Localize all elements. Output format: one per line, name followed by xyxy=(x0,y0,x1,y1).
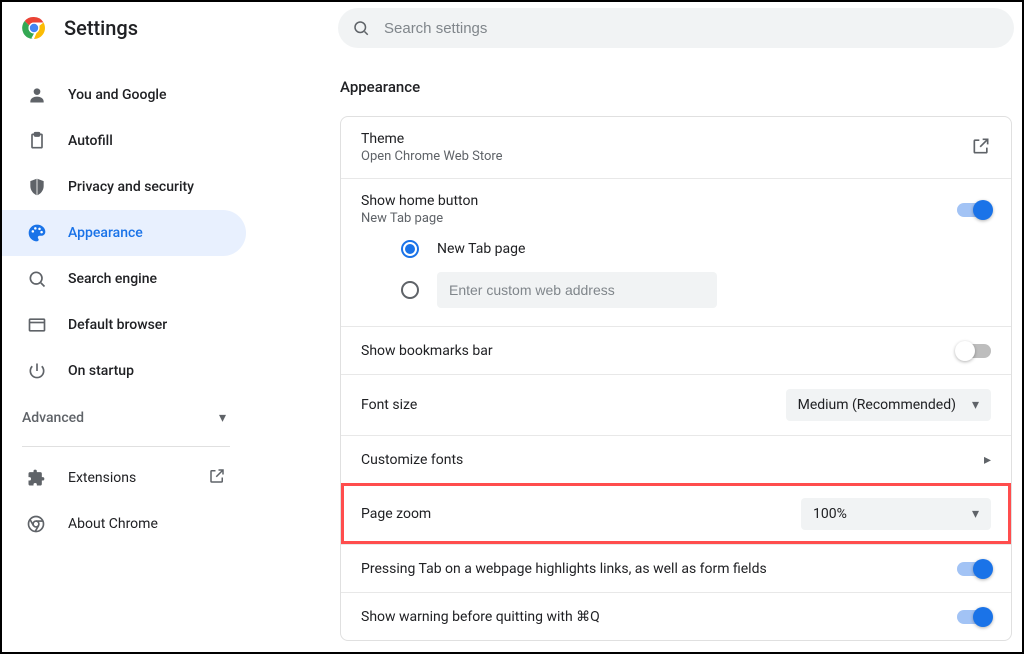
page-zoom-label: Page zoom xyxy=(361,506,431,522)
home-button-toggle[interactable] xyxy=(957,203,991,217)
sidebar: You and Google Autofill Privacy and secu… xyxy=(2,2,250,652)
main-content: Appearance Theme Open Chrome Web Store S… xyxy=(250,2,1022,652)
font-size-value: Medium (Recommended) xyxy=(798,397,956,413)
sidebar-item-label: Search engine xyxy=(68,271,157,287)
sidebar-item-autofill[interactable]: Autofill xyxy=(2,118,246,164)
sidebar-item-label: Autofill xyxy=(68,133,113,149)
person-icon xyxy=(26,84,48,106)
sidebar-item-on-startup[interactable]: On startup xyxy=(2,348,246,394)
home-button-sub: New Tab page xyxy=(361,211,478,226)
radio-custom-url[interactable] xyxy=(401,281,419,299)
page-zoom-select[interactable]: 100% ▾ xyxy=(801,498,991,530)
search-icon xyxy=(352,19,370,37)
row-page-zoom: Page zoom 100% ▾ xyxy=(341,483,1011,544)
sidebar-item-you-and-google[interactable]: You and Google xyxy=(2,72,246,118)
theme-title: Theme xyxy=(361,131,503,147)
extensions-label: Extensions xyxy=(68,470,136,486)
section-title: Appearance xyxy=(340,78,1012,96)
sidebar-item-privacy[interactable]: Privacy and security xyxy=(2,164,246,210)
sidebar-item-label: On startup xyxy=(68,363,134,379)
sidebar-item-label: Privacy and security xyxy=(68,179,194,195)
browser-icon xyxy=(26,314,48,336)
chevron-down-icon: ▾ xyxy=(972,397,979,413)
home-button-title: Show home button xyxy=(361,193,478,209)
page-title: Settings xyxy=(64,16,138,40)
font-size-select[interactable]: Medium (Recommended) ▾ xyxy=(786,389,991,421)
sidebar-item-label: Appearance xyxy=(68,225,143,241)
search-input[interactable] xyxy=(384,20,1000,37)
external-link-icon xyxy=(208,467,226,489)
sidebar-item-label: Default browser xyxy=(68,317,167,333)
font-size-label: Font size xyxy=(361,397,417,413)
row-home-button: Show home button New Tab page xyxy=(341,178,1011,240)
sidebar-item-about[interactable]: About Chrome xyxy=(2,501,250,547)
advanced-label: Advanced xyxy=(22,410,84,426)
clipboard-icon xyxy=(26,130,48,152)
search-bar[interactable] xyxy=(338,8,1014,48)
row-font-size: Font size Medium (Recommended) ▾ xyxy=(341,374,1011,435)
sidebar-advanced[interactable]: Advanced ▾ xyxy=(2,394,250,442)
puzzle-icon xyxy=(26,468,48,488)
sidebar-item-default-browser[interactable]: Default browser xyxy=(2,302,246,348)
sidebar-item-label: You and Google xyxy=(68,87,166,103)
custom-url-input[interactable] xyxy=(437,272,717,308)
warn-quit-label: Show warning before quitting with ⌘Q xyxy=(361,609,600,625)
chevron-down-icon: ▾ xyxy=(219,410,226,426)
appearance-card: Theme Open Chrome Web Store Show home bu… xyxy=(340,116,1012,641)
row-customize-fonts[interactable]: Customize fonts ▸ xyxy=(341,435,1011,483)
row-tab-highlight: Pressing Tab on a webpage highlights lin… xyxy=(341,544,1011,592)
external-link-icon[interactable] xyxy=(971,136,991,160)
sidebar-item-search-engine[interactable]: Search engine xyxy=(2,256,246,302)
radio-new-tab[interactable] xyxy=(401,240,419,258)
about-label: About Chrome xyxy=(68,516,158,532)
shield-icon xyxy=(26,176,48,198)
tab-highlight-label: Pressing Tab on a webpage highlights lin… xyxy=(361,561,767,577)
bookmarks-bar-toggle[interactable] xyxy=(957,344,991,358)
chevron-right-icon: ▸ xyxy=(984,452,991,468)
chrome-outline-icon xyxy=(26,514,48,534)
row-warn-quit: Show warning before quitting with ⌘Q xyxy=(341,592,1011,640)
radio-new-tab-label: New Tab page xyxy=(437,241,525,257)
row-bookmarks-bar: Show bookmarks bar xyxy=(341,326,1011,374)
theme-sub: Open Chrome Web Store xyxy=(361,149,503,164)
bookmarks-bar-label: Show bookmarks bar xyxy=(361,343,493,359)
warn-quit-toggle[interactable] xyxy=(957,610,991,624)
row-theme[interactable]: Theme Open Chrome Web Store xyxy=(341,117,1011,178)
page-zoom-value: 100% xyxy=(813,506,847,522)
customize-fonts-label: Customize fonts xyxy=(361,452,463,468)
home-button-options: New Tab page xyxy=(341,240,1011,326)
chrome-logo-icon xyxy=(22,16,46,40)
sidebar-item-appearance[interactable]: Appearance xyxy=(2,210,246,256)
tab-highlight-toggle[interactable] xyxy=(957,562,991,576)
chevron-down-icon: ▾ xyxy=(972,506,979,522)
power-icon xyxy=(26,360,48,382)
search-icon xyxy=(26,268,48,290)
sidebar-divider xyxy=(22,446,230,447)
sidebar-item-extensions[interactable]: Extensions xyxy=(2,455,250,501)
palette-icon xyxy=(26,222,48,244)
